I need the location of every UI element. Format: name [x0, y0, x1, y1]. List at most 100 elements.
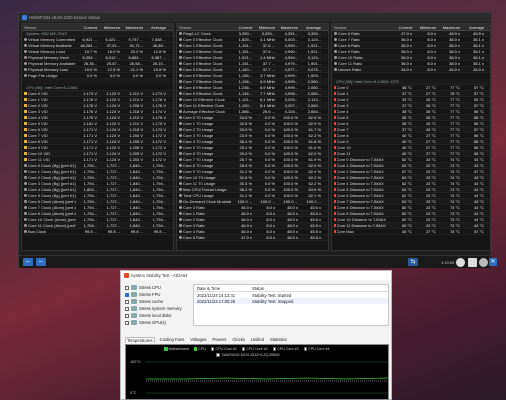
maximum-value: 77 °C	[449, 151, 460, 156]
minimum-value: 0.0 %	[264, 151, 275, 156]
column-header[interactable]: Sensor	[22, 25, 76, 30]
column-header[interactable]: Average	[145, 25, 168, 30]
minimum-value: 37.7 ...	[262, 61, 275, 66]
sensor-row[interactable]: Bus Clock 99.8 ... 99.8 ... 99.8 ... 99.8 ..…	[22, 229, 173, 235]
sensor-name-cell: Core 3 VID	[22, 109, 76, 114]
sensor-label: Core 4	[336, 109, 349, 114]
sensor-row[interactable]: Core Max 40 °C 27 °C 78 °C 57 °C	[332, 229, 490, 235]
report-icon[interactable]	[468, 258, 477, 267]
stress-checkbox[interactable]	[125, 306, 129, 311]
sensor-label: Core 3	[336, 103, 349, 108]
sensor-label: Core 11 T0 Usage	[183, 181, 216, 186]
thermometer-icon	[334, 194, 336, 197]
current-value: 60 °C	[401, 205, 412, 210]
stress-option[interactable]: Stress GPU(s)	[125, 319, 189, 326]
sensor-icon	[179, 200, 182, 203]
average-value: 57 °C	[473, 85, 484, 90]
maximum-value: 77 °C	[449, 139, 460, 144]
sensor-name-cell: Core 11 Distance to TJMAX	[332, 223, 390, 228]
tab-cooling-fans[interactable]: Cooling Fans	[159, 337, 186, 343]
sensor-icon	[179, 218, 182, 221]
thermometer-icon	[334, 206, 336, 209]
column-header[interactable]: Maximum	[122, 25, 145, 30]
tab-statistics[interactable]: Statistics	[269, 337, 288, 343]
log-header: Date & Time Status	[194, 285, 388, 292]
minimum-value: 1.124 V	[106, 127, 120, 132]
sensor-icon	[179, 134, 182, 137]
minimum-value: 23 °C	[425, 205, 436, 210]
current-value: 36.0 x	[401, 61, 412, 66]
sensor-label: Core 1	[336, 91, 349, 96]
minimum-value: 3.7 MHz	[260, 73, 275, 78]
sensor-name-cell: Uncore Ratio	[332, 67, 390, 72]
column-header[interactable]: Minimum	[414, 25, 438, 30]
sensor-label: Core 4 Effective Clock	[183, 61, 223, 66]
column-header[interactable]: Sensor	[177, 25, 231, 30]
tab-voltages[interactable]: Voltages	[189, 337, 207, 343]
sensor-name-cell: Core 4 Clock (Bg) [perf #1]	[22, 187, 76, 192]
gear-icon[interactable]	[479, 258, 488, 267]
sensor-name-cell: Core 7 Ratio	[332, 37, 390, 42]
stress-checkbox[interactable]	[125, 320, 129, 325]
column-header[interactable]: Average	[300, 25, 323, 30]
current-value: 1,236...	[238, 85, 252, 90]
sensor-name-cell: CPU [#0]: Intel Core i5-13600: DTS	[332, 79, 490, 84]
column-header[interactable]: Average	[462, 25, 486, 30]
close-icon[interactable]: ✕	[489, 258, 497, 266]
current-value: 0.0 %	[86, 73, 97, 78]
average-value: 1.176 V	[152, 103, 166, 108]
average-value: 6,387 ...	[151, 55, 166, 60]
sensor-label: Core 2	[336, 97, 349, 102]
stress-checkbox[interactable]	[125, 285, 129, 290]
column-header[interactable]: Minimum	[254, 25, 277, 30]
minimum-value: 25,67...	[106, 61, 120, 66]
stress-option[interactable]: Stress cache	[125, 298, 189, 305]
column-header[interactable]: Sensor	[332, 25, 390, 30]
column-header[interactable]: Maximum	[277, 25, 300, 30]
thermometer-icon	[334, 170, 336, 173]
current-value: 36.2 %	[239, 187, 252, 192]
average-value: 1,794...	[152, 205, 166, 210]
maximum-value: 4,998...	[284, 91, 298, 96]
column-header[interactable]: Current	[76, 25, 99, 30]
current-value: 1,586...	[238, 109, 252, 114]
minimum-value: 27 °C	[425, 151, 436, 156]
stress-checkbox[interactable]	[125, 299, 129, 304]
tab-temperatures[interactable]: Temperatures	[125, 337, 155, 343]
sensor-icon	[24, 68, 27, 71]
column-header[interactable]: Maximum	[438, 25, 462, 30]
sensor-pane-2[interactable]: Sensor Current Minimum Maximum Average Ring/L…	[176, 23, 329, 251]
sensor-name-cell: Virtual Memory Load	[22, 49, 76, 54]
minimum-value: 8.0 x	[266, 205, 275, 210]
stress-option[interactable]: Stress CPU	[125, 284, 189, 291]
average-value: 44 °C	[473, 217, 484, 222]
thermometer-icon	[334, 218, 336, 221]
tab-unified[interactable]: Unified	[250, 337, 265, 343]
stress-checkbox[interactable]	[125, 313, 129, 318]
column-header[interactable]: Current	[390, 25, 414, 30]
average-value: 62.4 %	[308, 169, 321, 174]
column-header[interactable]: Current	[231, 25, 254, 30]
column-header[interactable]: Minimum	[99, 25, 122, 30]
hwinfo-title: HWiNFO64 v8.00-4330 Sensor Status	[29, 15, 100, 20]
tab-clocks[interactable]: Clocks	[231, 337, 246, 343]
stress-option[interactable]: Stress local disks	[125, 312, 189, 319]
sensor-pane-3[interactable]: Sensor Current Minimum Maximum Average Core 6…	[331, 23, 491, 251]
average-value: 1.173 V	[152, 127, 166, 132]
tab-powers[interactable]: Powers	[211, 337, 227, 343]
voltage-icon	[24, 134, 27, 137]
nav-forward-button[interactable]: ⇔	[36, 258, 46, 266]
sensor-row[interactable]: Core 5 Ratio 47.0 x 8.0 x 48.0 x 45.5 x	[177, 235, 328, 241]
nav-back-button[interactable]: ⇔	[23, 258, 33, 266]
minimum-value: 37.6 ...	[262, 49, 275, 54]
clock-icon[interactable]	[456, 258, 465, 267]
current-value: 40 °C	[401, 151, 412, 156]
stress-checkbox[interactable]	[125, 292, 129, 297]
network-icon[interactable]: ⇆	[408, 258, 418, 266]
sensor-pane-1[interactable]: Sensor Current Minimum Maximum Average System…	[21, 23, 174, 251]
stress-option[interactable]: Stress system memory	[125, 305, 189, 312]
sensor-name-cell: Core 10 Distance to TJMAX	[332, 217, 390, 222]
minimum-value: 1,727...	[106, 199, 120, 204]
maximum-value: 1.213 V	[129, 97, 143, 102]
stress-option[interactable]: Stress FPU	[125, 291, 189, 298]
